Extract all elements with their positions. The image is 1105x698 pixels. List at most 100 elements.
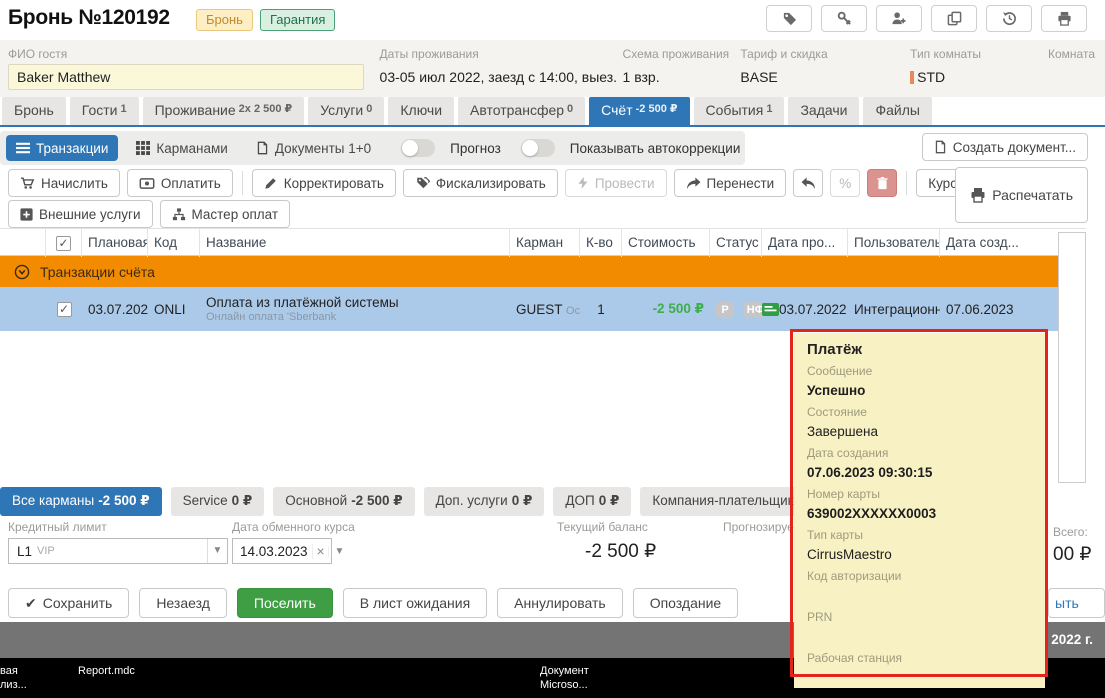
tab-services[interactable]: Услуги 0	[308, 97, 385, 125]
autocorrections-toggle[interactable]	[520, 139, 555, 157]
no-show-button[interactable]: Незаезд	[139, 588, 227, 618]
late-button[interactable]: Опоздание	[632, 588, 739, 618]
tab-tasks[interactable]: Задачи	[788, 97, 860, 125]
history-button[interactable]	[986, 5, 1032, 32]
clear-icon[interactable]: ×	[311, 543, 329, 559]
post-button[interactable]: Провести	[564, 169, 667, 197]
tab-label: Гости	[81, 102, 118, 118]
tab-account[interactable]: Счёт -2 500 ₽	[589, 97, 690, 125]
add-guest-button[interactable]	[876, 5, 922, 32]
keys-button[interactable]	[821, 5, 867, 32]
printer-icon	[970, 187, 986, 203]
print-button[interactable]	[1041, 5, 1087, 32]
pocket-label: Основной	[285, 493, 348, 508]
cell-status: Р НФ	[710, 301, 762, 318]
charge-button[interactable]: Начислить	[8, 169, 120, 197]
pocket-service[interactable]: Service 0 ₽	[170, 487, 265, 516]
save-button[interactable]: ✔ Сохранить	[8, 588, 130, 618]
view-switcher-strip: Транзакции Карманами Документы 1+0 Прогн…	[0, 131, 745, 165]
table-vertical-scrollbar[interactable]	[1058, 232, 1086, 483]
pocket-label: Доп. услуги	[435, 493, 508, 508]
tab-accommodation[interactable]: Проживание 2x 2 500 ₽	[142, 97, 305, 125]
col-name[interactable]: Название	[200, 229, 510, 257]
annul-button[interactable]: Аннулировать	[497, 588, 623, 618]
pocket-dop[interactable]: ДОП 0 ₽	[553, 487, 632, 516]
transfer-button[interactable]: Перенести	[673, 169, 787, 197]
guest-name-input[interactable]	[8, 64, 364, 90]
tab-label: Услуги	[320, 102, 364, 118]
print-transactions-button[interactable]: Распечатать	[955, 167, 1088, 223]
credit-limit-select[interactable]: L1 VIP ▼	[8, 538, 228, 564]
create-document-button[interactable]: Создать документ...	[921, 133, 1088, 161]
view-transactions-label: Транзакции	[36, 140, 109, 156]
percent-button[interactable]: %	[830, 169, 861, 197]
tab-keys[interactable]: Ключи	[388, 97, 455, 125]
tooltip-value-card-number: 639002XXXXXX0003	[807, 506, 937, 521]
pocket-all[interactable]: Все карманы -2 500 ₽	[0, 487, 162, 516]
check-in-label: Поселить	[253, 595, 316, 611]
transaction-row[interactable]: ✓ 03.07.2022 ONLI Оплата из платёжной си…	[0, 287, 1086, 331]
list-icon	[16, 141, 30, 155]
tooltip-label-auth-code: Код авторизации	[807, 569, 902, 583]
col-qty[interactable]: К-во	[580, 229, 622, 257]
fiscalize-label: Фискализировать	[435, 175, 546, 191]
nonfiscal-flag-badge: НФ	[743, 301, 762, 318]
group-row-account-transactions[interactable]: Транзакции счёта	[0, 256, 1086, 287]
collapse-icon[interactable]	[14, 264, 30, 280]
tooltip-value-message: Успешно	[807, 383, 866, 398]
tab-autotransfer[interactable]: Автотрансфер 0	[458, 97, 586, 125]
pocket-main[interactable]: Основной -2 500 ₽	[273, 487, 415, 516]
tab-guests[interactable]: Гости 1	[69, 97, 139, 125]
col-user[interactable]: Пользователь	[848, 229, 940, 257]
history-icon	[1002, 11, 1017, 26]
pay-button[interactable]: Оплатить	[126, 169, 233, 197]
tab-files[interactable]: Файлы	[863, 97, 932, 125]
tags-button[interactable]	[766, 5, 812, 32]
payment-master-button[interactable]: Мастер оплат	[159, 200, 291, 228]
external-services-button[interactable]: Внешние услуги	[8, 200, 153, 228]
lightning-icon	[577, 176, 589, 190]
pocket-name: GUEST	[516, 301, 563, 317]
view-transactions-button[interactable]: Транзакции	[6, 135, 119, 161]
taskbar-item-report[interactable]: Report.mdc	[78, 664, 135, 678]
tooltip-value-auth-code	[807, 588, 1045, 610]
col-code[interactable]: Код	[148, 229, 200, 257]
tab-label: Задачи	[800, 102, 848, 118]
tab-booking[interactable]: Бронь	[2, 97, 66, 125]
taskbar-item-text: Microso...	[540, 679, 588, 691]
partially-hidden-button[interactable]: ыть	[1048, 588, 1105, 618]
exchange-date-field: Дата обменного курса 14.03.2023 × ▼	[232, 520, 355, 564]
undo-button[interactable]	[793, 169, 824, 197]
check-in-button[interactable]: Поселить	[236, 588, 333, 618]
chevron-down-icon[interactable]: ▼	[207, 539, 227, 563]
taskbar-item-document[interactable]: Документ Microso...	[540, 664, 589, 692]
row-checkbox[interactable]: ✓	[46, 301, 82, 317]
tooltip-value-workstation	[807, 670, 1045, 688]
select-all-checkbox[interactable]: ✓	[46, 229, 82, 257]
forecast-toggle[interactable]	[401, 139, 436, 157]
group-title: Транзакции счёта	[40, 263, 155, 280]
view-pockets-button[interactable]: Карманами	[126, 135, 237, 161]
check-icon: ✔	[25, 594, 37, 611]
delete-button[interactable]	[867, 169, 898, 197]
view-documents-button[interactable]: Документы 1+0	[246, 135, 381, 161]
correct-button[interactable]: Корректировать	[251, 169, 396, 197]
copy-button[interactable]	[931, 5, 977, 32]
checkbox-icon: ✓	[56, 302, 72, 317]
header-action-buttons	[766, 5, 1087, 32]
room-type-color-marker	[910, 71, 915, 84]
pocket-extra-services[interactable]: Доп. услуги 0 ₽	[423, 487, 545, 516]
col-post-date[interactable]: Дата про...	[762, 229, 848, 257]
waitlist-button[interactable]: В лист ожидания	[342, 588, 488, 618]
tooltip-value-prn	[807, 629, 1045, 651]
col-planned[interactable]: Плановая...	[82, 229, 148, 257]
chevron-down-icon[interactable]: ▼	[328, 545, 349, 557]
table-header-row: ✓ Плановая... Код Название Карман К-во С…	[0, 228, 1086, 257]
col-status[interactable]: Статус	[710, 229, 762, 257]
col-cost[interactable]: Стоимость	[622, 229, 710, 257]
taskbar-item[interactable]: вая лиз...	[0, 664, 27, 692]
exchange-date-input[interactable]: 14.03.2023 × ▼	[232, 538, 344, 564]
tab-events[interactable]: События 1	[693, 97, 785, 125]
fiscalize-button[interactable]: Фискализировать	[402, 169, 558, 197]
col-pocket[interactable]: Карман	[510, 229, 580, 257]
